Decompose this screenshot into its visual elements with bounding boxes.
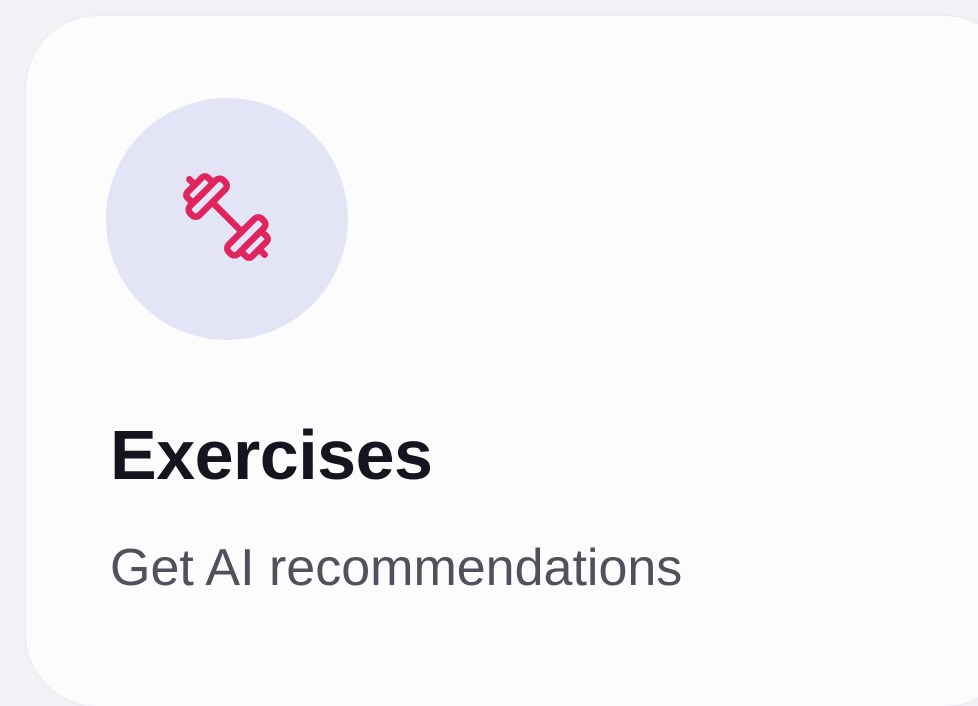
card-subtitle: Get AI recommendations: [110, 539, 683, 597]
icon-badge: [106, 98, 348, 340]
exercises-card[interactable]: Exercises Get AI recommendations: [26, 16, 978, 706]
card-title: Exercises: [110, 416, 433, 494]
dumbbell-icon: [162, 152, 292, 287]
